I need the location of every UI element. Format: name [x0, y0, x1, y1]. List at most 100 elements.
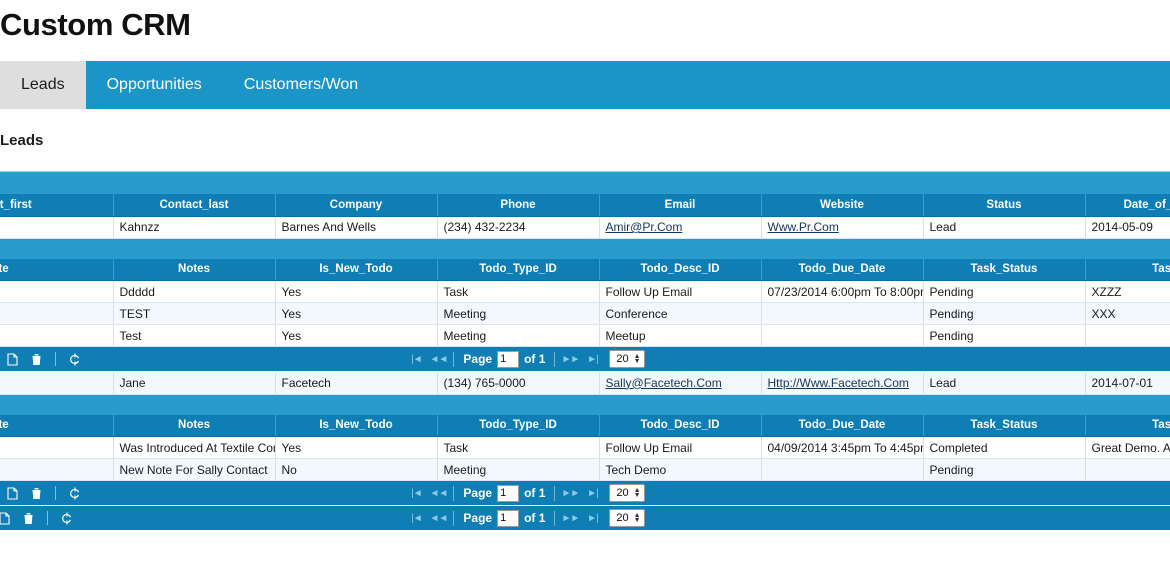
col-todo-desc-id[interactable]: Todo_Desc_ID	[599, 414, 762, 437]
cell-email: Amir@Pr.Com	[599, 216, 762, 239]
first-page-button[interactable]: |◄	[405, 508, 427, 528]
refresh-icon[interactable]	[63, 349, 87, 369]
next-page-button[interactable]: ►►	[559, 508, 581, 528]
last-page-button[interactable]: ►|	[581, 349, 603, 369]
pager: |◄ ◄◄ Page of 1 ►► ►| 20 ▲▼	[0, 508, 1170, 528]
tab-opportunities[interactable]: Opportunities	[86, 61, 223, 109]
cell-is-new-todo: Yes	[275, 324, 438, 347]
col-website[interactable]: Website	[761, 194, 924, 217]
table-row[interactable]: 2014-04-04 New Note For Sally Contact No…	[0, 458, 1170, 481]
col-date[interactable]: Date	[0, 258, 114, 281]
todo-table-1: Date Notes Is_New_Todo Todo_Type_ID Todo…	[0, 258, 1170, 347]
cell-notes: TEST	[113, 302, 276, 325]
page-input[interactable]	[497, 350, 520, 368]
leads-toolbar: |◄ ◄◄ Page of 1 ►► ►| 20 ▲▼	[0, 506, 1170, 531]
col-task-status[interactable]: Task_Status	[923, 414, 1086, 437]
cell-todo-desc-id: Meetup	[599, 324, 762, 347]
col-notes[interactable]: Notes	[113, 414, 276, 437]
cell-todo-type-id: Meeting	[437, 458, 600, 481]
col-todo-desc-id[interactable]: Todo_Desc_ID	[599, 258, 762, 281]
col-task-update[interactable]: Task_Update	[1085, 414, 1170, 437]
col-status[interactable]: Status	[923, 194, 1086, 217]
table-row[interactable]: 2014-07-11 Ddddd Yes Task Follow Up Emai…	[0, 280, 1170, 303]
tab-customers-won[interactable]: Customers/Won	[223, 61, 379, 109]
todo-grid-lead-1: Date Notes Is_New_Todo Todo_Type_ID Todo…	[0, 238, 1170, 372]
pager-divider	[453, 485, 455, 501]
chevron-updown-icon: ▲ ▼	[633, 353, 641, 365]
col-is-new-todo[interactable]: Is_New_Todo	[275, 258, 438, 281]
trash-icon[interactable]	[16, 508, 40, 528]
new-record-icon[interactable]	[0, 483, 24, 503]
next-page-button[interactable]: ►►	[559, 349, 581, 369]
first-page-button[interactable]: |◄	[405, 483, 427, 503]
cell-date: 2014-04-04	[0, 458, 114, 481]
prev-page-button[interactable]: ◄◄	[427, 508, 449, 528]
col-date[interactable]: Date	[0, 414, 114, 437]
website-link[interactable]: Http://Www.Facetech.Com	[768, 376, 909, 390]
pager-divider	[453, 510, 455, 526]
table-row[interactable]: 2014-03-31 Was Introduced At Textile Con…	[0, 436, 1170, 459]
page-size-stepper[interactable]: 20 ▲ ▼	[609, 484, 645, 502]
new-record-icon[interactable]	[0, 349, 24, 369]
refresh-icon[interactable]	[55, 508, 79, 528]
col-contact-last[interactable]: Contact_last	[113, 194, 276, 217]
col-company[interactable]: Company	[275, 194, 438, 217]
page-title: Leads	[0, 132, 44, 149]
email-link[interactable]: Amir@Pr.Com	[606, 220, 683, 234]
page-size-stepper[interactable]: 20 ▲ ▼	[609, 350, 645, 368]
col-email[interactable]: Email	[599, 194, 762, 217]
first-page-button[interactable]: |◄	[405, 349, 427, 369]
toolbar-actions	[0, 483, 87, 503]
col-is-new-todo[interactable]: Is_New_Todo	[275, 414, 438, 437]
trash-icon[interactable]	[24, 483, 48, 503]
page-size-value: 20	[616, 353, 629, 365]
col-todo-type-id[interactable]: Todo_Type_ID	[437, 258, 600, 281]
col-todo-due-date[interactable]: Todo_Due_Date	[761, 258, 924, 281]
toolbar-actions	[0, 508, 79, 528]
todo-toolbar-1: |◄ ◄◄ Page of 1 ►► ►| 20 ▲▼	[0, 347, 1170, 372]
next-page-button[interactable]: ►►	[559, 483, 581, 503]
tab-leads[interactable]: Leads	[0, 61, 86, 109]
cell-date: 2014-07-10	[0, 324, 114, 347]
cell-is-new-todo: Yes	[275, 436, 438, 459]
table-row[interactable]: 2014-07-19 TEST Yes Meeting Conference P…	[0, 302, 1170, 325]
todo-table-2: Date Notes Is_New_Todo Todo_Type_ID Todo…	[0, 414, 1170, 481]
cell-task-update	[1085, 458, 1170, 481]
last-page-button[interactable]: ►|	[581, 483, 603, 503]
col-notes[interactable]: Notes	[113, 258, 276, 281]
new-record-icon[interactable]	[0, 508, 16, 528]
col-contact-first[interactable]: Contact_first	[0, 194, 114, 217]
cell-todo-desc-id: Follow Up Email	[599, 280, 762, 303]
pager-divider	[554, 510, 556, 526]
refresh-icon[interactable]	[63, 483, 87, 503]
table-row[interactable]: Amir Kahnzz Barnes And Wells (234) 432-2…	[0, 216, 1170, 239]
trash-icon[interactable]	[24, 349, 48, 369]
col-todo-type-id[interactable]: Todo_Type_ID	[437, 414, 600, 437]
cell-date: 2014-07-11	[0, 280, 114, 303]
page-input[interactable]	[497, 509, 520, 527]
table-row[interactable]: 2014-07-10 Test Yes Meeting Meetup Pendi…	[0, 324, 1170, 347]
col-task-update[interactable]: Task_Update	[1085, 258, 1170, 281]
last-page-button[interactable]: ►|	[581, 508, 603, 528]
prev-page-button[interactable]: ◄◄	[427, 483, 449, 503]
email-link[interactable]: Sally@Facetech.Com	[606, 376, 722, 390]
page-size-stepper[interactable]: 20 ▲ ▼	[609, 509, 645, 527]
cell-status: Lead	[923, 372, 1086, 395]
cell-notes: New Note For Sally Contact	[113, 458, 276, 481]
table-row[interactable]: Sally Jane Facetech (134) 765-0000 Sally…	[0, 372, 1170, 395]
col-phone[interactable]: Phone	[437, 194, 600, 217]
page-label: Page	[463, 511, 493, 525]
page-input[interactable]	[497, 484, 520, 502]
todo-grid-topbar	[0, 238, 1170, 259]
cell-date-of-initial-contact: 2014-07-01	[1085, 372, 1170, 395]
prev-page-button[interactable]: ◄◄	[427, 349, 449, 369]
cell-notes: Test	[113, 324, 276, 347]
website-link[interactable]: Www.Pr.Com	[768, 220, 839, 234]
col-task-status[interactable]: Task_Status	[923, 258, 1086, 281]
col-date-of-initial-contact[interactable]: Date_of_Initial_Contact	[1085, 194, 1170, 217]
cell-todo-desc-id: Tech Demo	[599, 458, 762, 481]
cell-todo-due-date	[761, 302, 924, 325]
pager: |◄ ◄◄ Page of 1 ►► ►| 20 ▲▼	[0, 349, 1170, 369]
cell-todo-desc-id: Follow Up Email	[599, 436, 762, 459]
col-todo-due-date[interactable]: Todo_Due_Date	[761, 414, 924, 437]
